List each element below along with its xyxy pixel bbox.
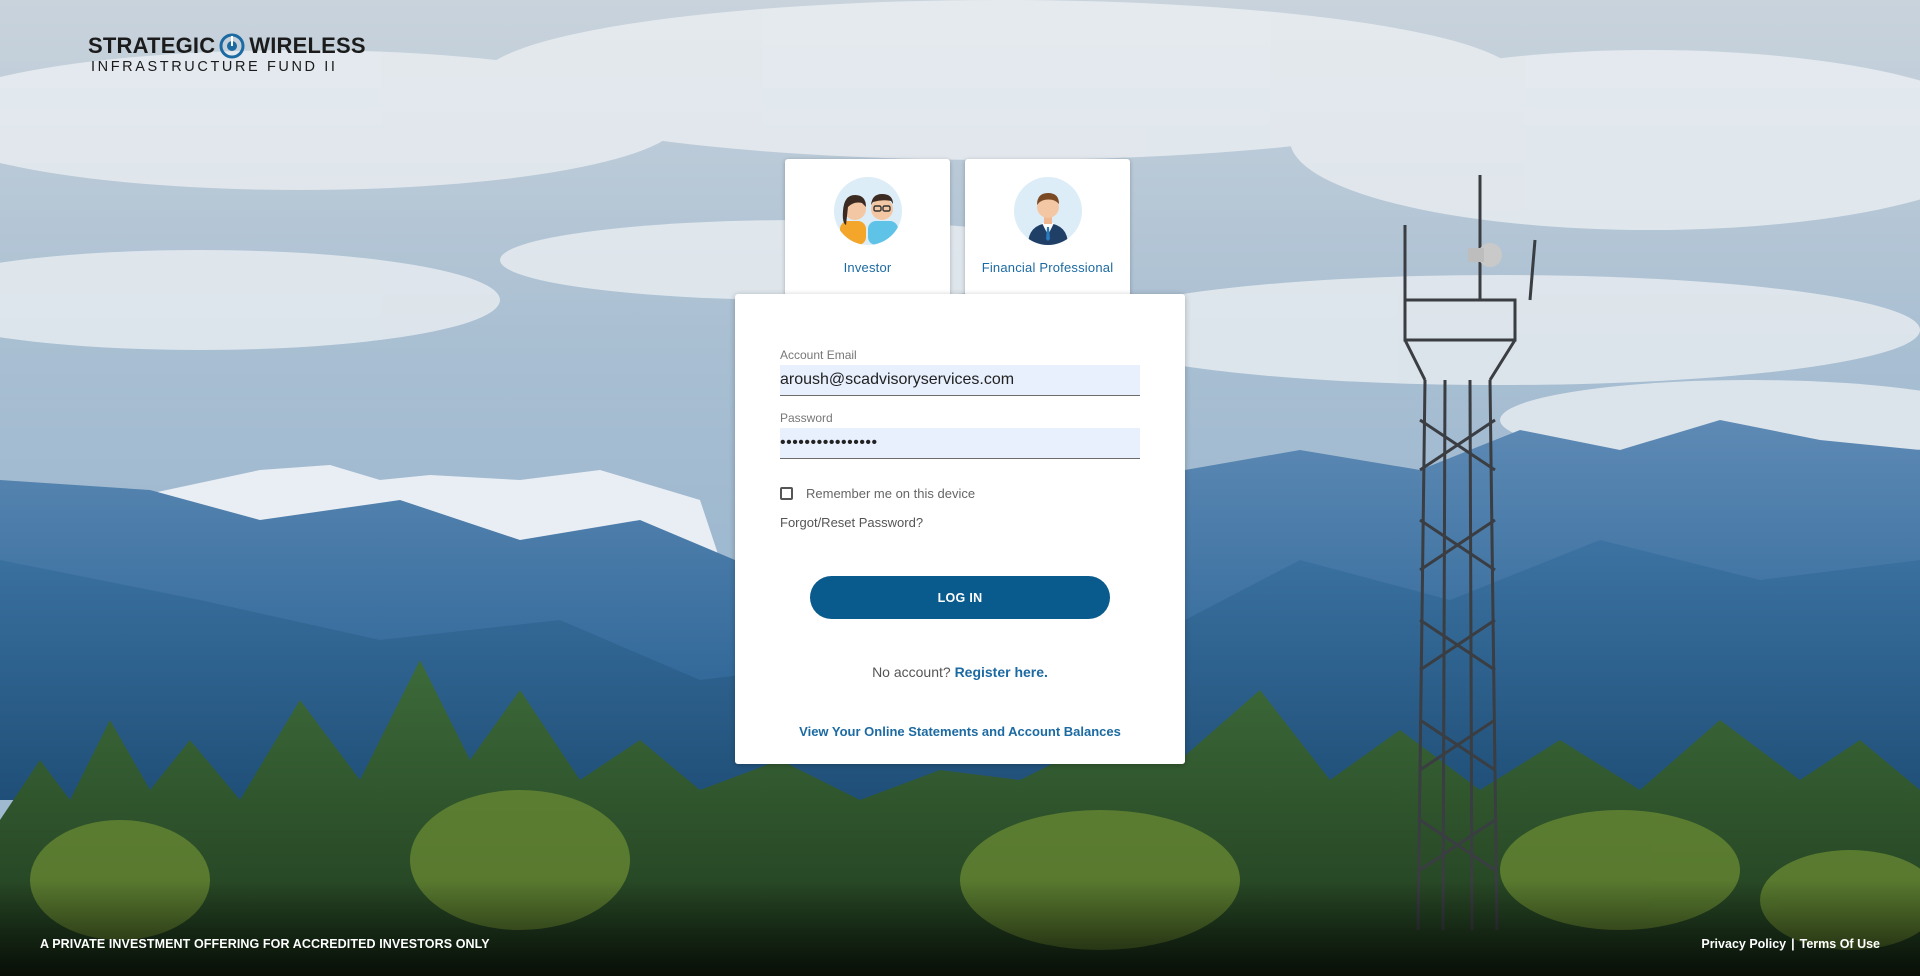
privacy-policy-link[interactable]: Privacy Policy [1701,937,1786,951]
investor-couple-avatar-icon [833,177,902,245]
terms-of-use-link[interactable]: Terms Of Use [1800,937,1880,951]
brand-line1-left: STRATEGIC [88,33,216,58]
no-account-text: No account? [872,664,955,680]
businessman-avatar-icon [1013,177,1082,245]
email-input[interactable] [780,365,1140,396]
role-label-investor: Investor [843,260,892,275]
remember-me-label: Remember me on this device [806,486,976,501]
brand-line1-right: WIRELESS [249,33,366,58]
brand-line2: INFRASTRUCTURE FUND II [91,59,338,75]
email-label: Account Email [780,348,857,362]
view-statements-link[interactable]: View Your Online Statements and Account … [735,724,1185,739]
role-card-investor[interactable]: Investor [785,159,950,314]
brand-logo: STRATEGIC WIRELESS INFRASTRUCTURE FUND I… [88,33,366,75]
role-card-financial-professional[interactable]: Financial Professional [965,159,1130,325]
register-link[interactable]: Register here. [955,664,1048,680]
footer-separator: | [1791,937,1795,951]
footer-links: Privacy Policy | Terms Of Use [1701,937,1880,951]
role-label-financial-professional: Financial Professional [981,260,1114,275]
email-field-group: Account Email [780,348,1140,396]
wireless-signal-logo-icon [219,33,245,59]
remember-me-checkbox[interactable] [780,487,793,500]
remember-me-row[interactable]: Remember me on this device [780,486,975,501]
forgot-password-link[interactable]: Forgot/Reset Password? [780,515,923,530]
footer-disclaimer: A PRIVATE INVESTMENT OFFERING FOR ACCRED… [40,937,490,951]
register-row: No account? Register here. [735,664,1185,680]
password-input[interactable] [780,428,1140,459]
password-field-group: Password [780,411,1140,459]
login-button[interactable]: LOG IN [810,576,1110,619]
password-label: Password [780,411,833,425]
login-panel: Account Email Password Remember me on th… [735,294,1185,764]
